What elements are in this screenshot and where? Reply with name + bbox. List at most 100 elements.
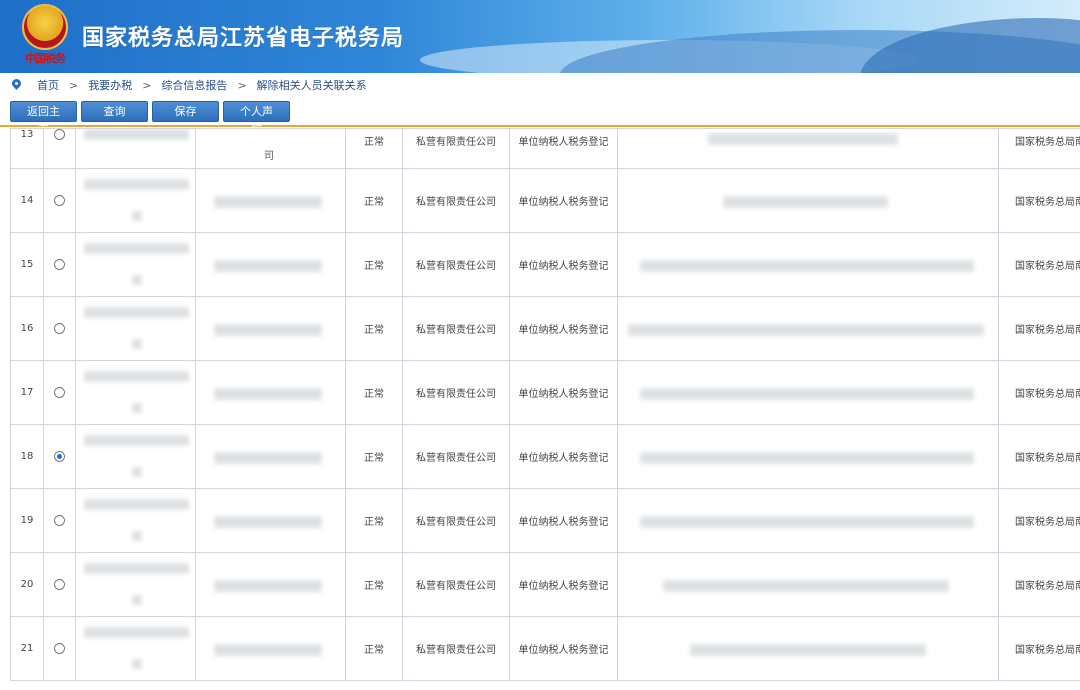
company-type-cell: 私营有限责任公司 (402, 424, 510, 489)
row-radio[interactable] (54, 450, 65, 462)
table-row[interactable]: 21 正常 私营有限责任公司 单位纳税人税务登记 国家税务总局南 (10, 616, 1080, 681)
taxpayer-name-cell (75, 232, 196, 297)
registration-type-cell: 单位纳税人税务登记 (509, 232, 618, 297)
redacted-text (214, 516, 322, 528)
personal-statement-button[interactable]: 个人声明 (223, 100, 290, 137)
row-radio[interactable] (54, 258, 65, 270)
redacted-text (640, 388, 974, 400)
tax-authority-cell: 国家税务总局南 (998, 488, 1080, 553)
taxpayer-code-cell (195, 360, 346, 425)
taxpayer-name-cell (75, 552, 196, 617)
row-number: 18 (10, 424, 44, 489)
redacted-text (214, 580, 322, 592)
row-select[interactable] (43, 232, 76, 297)
breadcrumb-tax-services[interactable]: 我要办税 (88, 77, 132, 93)
taxpayer-code-cell (195, 552, 346, 617)
row-radio[interactable] (54, 194, 65, 206)
back-home-button[interactable]: 返回主页 (10, 100, 77, 137)
row-radio[interactable] (54, 642, 65, 654)
table-row[interactable]: 15 正常 私营有限责任公司 单位纳税人税务登记 国家税务总局南 (10, 232, 1080, 297)
location-pin-icon (12, 79, 21, 91)
taxpayer-name-cell (75, 616, 196, 681)
save-button[interactable]: 保存 (152, 100, 219, 122)
row-select[interactable] (43, 296, 76, 361)
redacted-text (214, 324, 322, 336)
table-row[interactable]: 18 正常 私营有限责任公司 单位纳税人税务登记 国家税务总局南 (10, 424, 1080, 489)
redacted-text (663, 580, 949, 592)
row-radio[interactable] (54, 386, 65, 398)
breadcrumb-home[interactable]: 首页 (37, 77, 59, 93)
taxpayer-code-cell (195, 488, 346, 553)
registration-type-cell: 单位纳税人税务登记 (509, 128, 618, 169)
redacted-text (84, 179, 189, 190)
company-type-cell: 私营有限责任公司 (402, 296, 510, 361)
row-select[interactable] (43, 168, 76, 233)
breadcrumb-separator: > (237, 78, 247, 92)
address-cell (617, 128, 999, 169)
site-title: 国家税务总局江苏省电子税务局 (82, 26, 405, 51)
row-select[interactable] (43, 488, 76, 553)
breadcrumb-info-report[interactable]: 综合信息报告 (161, 77, 227, 93)
table-row[interactable]: 16 正常 私营有限责任公司 单位纳税人税务登记 国家税务总局南 (10, 296, 1080, 361)
redacted-text (84, 563, 189, 574)
row-radio[interactable] (54, 322, 65, 334)
registration-type-cell: 单位纳税人税务登记 (509, 616, 618, 681)
address-cell (617, 616, 999, 681)
breadcrumb: 首页 > 我要办税 > 综合信息报告 > 解除相关人员关联关系 (0, 73, 1080, 97)
tax-authority-cell: 国家税务总局南 (998, 296, 1080, 361)
row-radio[interactable] (54, 578, 65, 590)
row-number: 17 (10, 360, 44, 425)
row-select[interactable] (43, 360, 76, 425)
breadcrumb-separator: > (142, 78, 152, 92)
company-type-cell: 私营有限责任公司 (402, 360, 510, 425)
row-select[interactable] (43, 552, 76, 617)
company-type-cell: 私营有限责任公司 (402, 128, 510, 169)
row-number: 13 (10, 128, 44, 169)
company-type-cell: 私营有限责任公司 (402, 488, 510, 553)
address-cell (617, 296, 999, 361)
row-radio[interactable] (54, 514, 65, 526)
status-cell: 正常 (345, 424, 403, 489)
table-row[interactable]: 14 正常 私营有限责任公司 单位纳税人税务登记 国家税务总局南 (10, 168, 1080, 233)
redacted-text (214, 260, 322, 272)
registration-type-cell: 单位纳税人税务登记 (509, 424, 618, 489)
redacted-text (84, 499, 189, 510)
redacted-text (640, 260, 974, 272)
redacted-text (214, 388, 322, 400)
redacted-text (628, 324, 984, 336)
query-button[interactable]: 查询 (81, 100, 148, 122)
registration-type-cell: 单位纳税人税务登记 (509, 488, 618, 553)
table-row[interactable]: 13 司 正常 私营有限责任公司 单位纳税人税务登记 国家税务总局南 (10, 128, 1080, 169)
redacted-text (84, 627, 189, 638)
taxpayer-name-cell (75, 424, 196, 489)
registration-type-cell: 单位纳税人税务登记 (509, 360, 618, 425)
relation-table[interactable]: 13 司正常 私营有限责任公司 单位纳税人税务登记 国家税务总局南 14 正常 私营有限责任公… (10, 128, 1080, 690)
redacted-text (214, 452, 322, 464)
registration-type-cell: 单位纳税人税务登记 (509, 168, 618, 233)
redacted-text (132, 531, 142, 541)
table-row[interactable]: 19 正常 私营有限责任公司 单位纳税人税务登记 国家税务总局南 (10, 488, 1080, 553)
company-type-cell: 私营有限责任公司 (402, 552, 510, 617)
tax-authority-cell: 国家税务总局南 (998, 128, 1080, 169)
table-row[interactable]: 20 正常 私营有限责任公司 单位纳税人税务登记 国家税务总局南 (10, 552, 1080, 617)
row-number: 16 (10, 296, 44, 361)
header-banner: 中国税务 国家税务总局江苏省电子税务局 (0, 0, 1080, 73)
row-select[interactable] (43, 128, 76, 169)
company-type-cell: 私营有限责任公司 (402, 616, 510, 681)
row-select[interactable] (43, 616, 76, 681)
redacted-text (132, 339, 142, 349)
table-row[interactable]: 17 正常 私营有限责任公司 单位纳税人税务登记 国家税务总局南 (10, 360, 1080, 425)
redacted-text (214, 644, 322, 656)
row-radio[interactable] (54, 129, 65, 140)
taxpayer-name-cell (75, 168, 196, 233)
emblem-text: 中国税务 (25, 52, 66, 65)
registration-type-cell: 单位纳税人税务登记 (509, 296, 618, 361)
taxpayer-code-cell (195, 296, 346, 361)
address-cell (617, 360, 999, 425)
redacted-text (723, 196, 888, 208)
status-cell: 正常 (345, 296, 403, 361)
toolbar: 返回主页 查询 保存 个人声明 (0, 97, 1080, 137)
row-number: 21 (10, 616, 44, 681)
row-select[interactable] (43, 424, 76, 489)
code-tail: 司 (264, 151, 274, 162)
